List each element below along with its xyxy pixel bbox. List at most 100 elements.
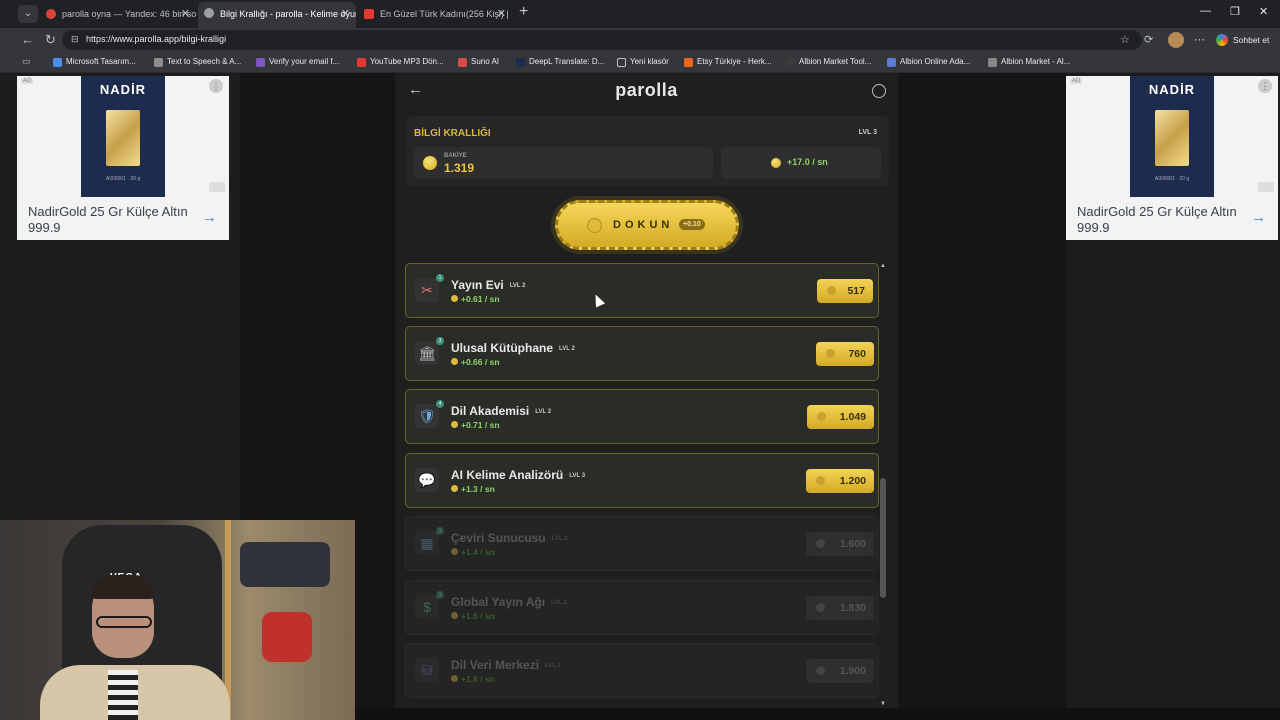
chat-button[interactable]: Sohbet et [1213, 32, 1269, 48]
upgrade-item-yayin-evi: ✂ 1 Yayın Evi LVL 2 +0.61 / sn 517 [405, 263, 879, 318]
minimize-icon[interactable]: — [1200, 5, 1211, 17]
bookmark-tts[interactable]: Text to Speech & A... [154, 57, 242, 67]
ad-tag: AD [1070, 78, 1083, 84]
buy-button[interactable]: 760 [816, 342, 874, 366]
bookmark-deepl[interactable]: DeepL Translate: D... [516, 57, 604, 67]
count-badge: 1 [436, 274, 444, 282]
game-app: ← parolla BİLGİ KRALLIĞI LVL 3 BAKİYE 1.… [395, 73, 898, 720]
glasses-icon [96, 616, 152, 628]
scroll-thumb[interactable] [880, 478, 886, 598]
bookmark-label: Albion Market - Al... [1001, 57, 1071, 66]
bookmark-favicon-icon [53, 58, 62, 67]
bookmark-albion-online[interactable]: Albion Online Ada... [887, 57, 971, 67]
bookmark-label: Etsy Türkiye - Herk... [697, 57, 772, 66]
tab-turk-kadini[interactable]: En Güzel Türk Kadını(256 Kişi) | Us ✕ [358, 3, 512, 25]
upgrade-item-ulusal-kutuphane: 🏛 3 Ulusal Kütüphane LVL 2 +0.66 / sn 760 [405, 326, 879, 381]
address-bar[interactable]: ⊟ https://www.parolla.app/bilgi-kralligi [62, 30, 1142, 50]
upgrade-item-dil-akademisi: 🛡 4 Dil Akademisi LVL 2 +0.71 / sn 1.049 [405, 389, 879, 444]
back-arrow-icon[interactable]: ← [21, 32, 34, 47]
striped-shirt-image [108, 670, 138, 720]
browser-tab-bar: ⌄ parolla oyna — Yandex: 46 bin sonuç ✕ … [0, 0, 1280, 28]
upgrade-item-ceviri-sunucusu: ▦ 1 Çeviri Sunucusu LVL 3 +1.4 / sn 1.600 [405, 516, 879, 571]
buy-button[interactable]: 517 [817, 279, 873, 303]
tap-button[interactable]: DOKUN +0.10 [555, 200, 739, 250]
apps-icon[interactable]: ▭ [22, 56, 31, 67]
tab-bilgi-kralligi[interactable]: Bilgi Krallığı - parolla - Kelime oyunu … [198, 2, 356, 28]
extensions-icon[interactable]: ⟳ [1144, 33, 1153, 46]
bookmark-etsy[interactable]: Etsy Türkiye - Herk... [684, 57, 772, 67]
gold-bar-icon [1155, 110, 1189, 166]
bookmark-label: Verify your email f... [269, 57, 340, 66]
browser-toolbar: ← ↻ ⊟ https://www.parolla.app/bilgi-kral… [0, 28, 1280, 52]
tab-title: En Güzel Türk Kadını(256 Kişi) | Us [380, 9, 512, 19]
tab-close-icon[interactable]: ✕ [497, 3, 506, 25]
upgrade-item-global-yayin-agi: $ 1 Global Yayın Ağı LVL 2 +1.5 / sn 1.83… [405, 580, 879, 635]
item-rate: +1.4 / sn [451, 547, 495, 557]
gold-bar-icon [106, 110, 140, 166]
bookmark-albion-tool[interactable]: Albion Market Tool... [786, 57, 871, 67]
item-rate: +0.66 / sn [451, 357, 500, 367]
more-menu-icon[interactable]: ⋯ [1194, 33, 1205, 46]
site-info-icon[interactable]: ⊟ [71, 34, 79, 45]
item-name: AI Kelime Analizörü LVL 3 [451, 468, 586, 482]
bookmark-label: Albion Online Ada... [900, 57, 971, 66]
user-icon[interactable] [872, 84, 886, 98]
tab-title: Bilgi Krallığı - parolla - Kelime oyunu [220, 9, 356, 19]
ad-arrow-icon[interactable]: → [1251, 209, 1266, 226]
ad-serial: A000001 · 20 g [1154, 176, 1190, 182]
tab-search-button[interactable]: ⌄ [18, 5, 38, 23]
bookmark-label: Yeni klasör [630, 57, 669, 66]
scroll-up-icon[interactable]: ▲ [879, 263, 887, 269]
url-text: https://www.parolla.app/bilgi-kralligi [86, 34, 227, 44]
ad-info-icon[interactable] [1258, 182, 1274, 192]
level-badge: LVL 3 [858, 129, 877, 136]
ad-arrow-icon[interactable]: → [202, 209, 217, 226]
upgrade-item-ai-kelime-analizoru: 💬 AI Kelime Analizörü LVL 3 +1.3 / sn 1.2… [405, 453, 879, 508]
bookmark-albion-market[interactable]: Albion Market - Al... [988, 57, 1071, 67]
gold-bar-image: NADİR A000001 · 20 g [1130, 76, 1214, 197]
red-cloth-image [262, 612, 312, 662]
bookmark-folder[interactable]: Yeni klasör [617, 57, 669, 67]
tab-close-icon[interactable]: ✕ [341, 2, 350, 26]
tab-close-icon[interactable]: ✕ [181, 3, 190, 25]
ad-banner-left[interactable]: AD NADİR A000001 · 20 g ⋮ NadirGold 25 G… [17, 76, 229, 240]
restore-icon[interactable]: ❐ [1230, 5, 1240, 18]
close-window-icon[interactable]: ✕ [1259, 5, 1268, 18]
dollar-icon: $ [415, 595, 439, 619]
gemini-icon [1216, 34, 1228, 46]
chat-bubble-icon: 💬 [415, 468, 439, 492]
ad-info-icon[interactable] [209, 182, 225, 192]
bookmark-star-icon[interactable]: ☆ [1120, 33, 1130, 46]
bookmark-suno[interactable]: Suno AI [458, 57, 499, 67]
coin-icon [817, 412, 826, 421]
ad-title: NadirGold 25 Gr Külçe Altın 999.9 [28, 204, 188, 235]
buy-button-locked: 1.830 [806, 596, 874, 620]
ad-banner-right[interactable]: AD NADİR A000001 · 20 g ⋮ NadirGold 25 G… [1066, 76, 1278, 240]
bookmark-microsoft[interactable]: Microsoft Tasarım... [53, 57, 136, 67]
bookmark-favicon-icon [357, 58, 366, 67]
ad-options-icon[interactable]: ⋮ [209, 79, 223, 93]
ad-options-icon[interactable]: ⋮ [1258, 79, 1272, 93]
item-rate: +1.6 / sn [451, 674, 495, 684]
balance-label: BAKİYE [444, 153, 467, 159]
bookmark-youtube-mp3[interactable]: YouTube MP3 Dön... [357, 57, 444, 67]
bookmark-verify[interactable]: Verify your email f... [256, 57, 340, 67]
scroll-down-icon[interactable]: ▼ [879, 701, 887, 707]
ad-brand: NADİR [1148, 82, 1196, 97]
game-title: BİLGİ KRALLIĞI [414, 128, 491, 139]
list-scrollbar[interactable]: ▲ ▼ [879, 263, 887, 710]
coin-icon [816, 539, 825, 548]
bookmark-favicon-icon [458, 58, 467, 67]
profile-avatar[interactable] [1168, 32, 1184, 48]
item-rate: +1.5 / sn [451, 611, 495, 621]
new-tab-icon[interactable]: + [519, 3, 528, 21]
item-rate: +0.71 / sn [451, 420, 500, 430]
buy-button[interactable]: 1.049 [807, 405, 874, 429]
library-icon: 🏛 [415, 341, 439, 365]
tab-yandex[interactable]: parolla oyna — Yandex: 46 bin sonuç ✕ [40, 3, 196, 25]
bookmark-label: Text to Speech & A... [167, 57, 242, 66]
bookmark-favicon-icon [256, 58, 265, 67]
reload-icon[interactable]: ↻ [45, 32, 56, 48]
buy-button[interactable]: 1.200 [806, 469, 874, 493]
rate-value: +17.0 / sn [787, 157, 828, 167]
